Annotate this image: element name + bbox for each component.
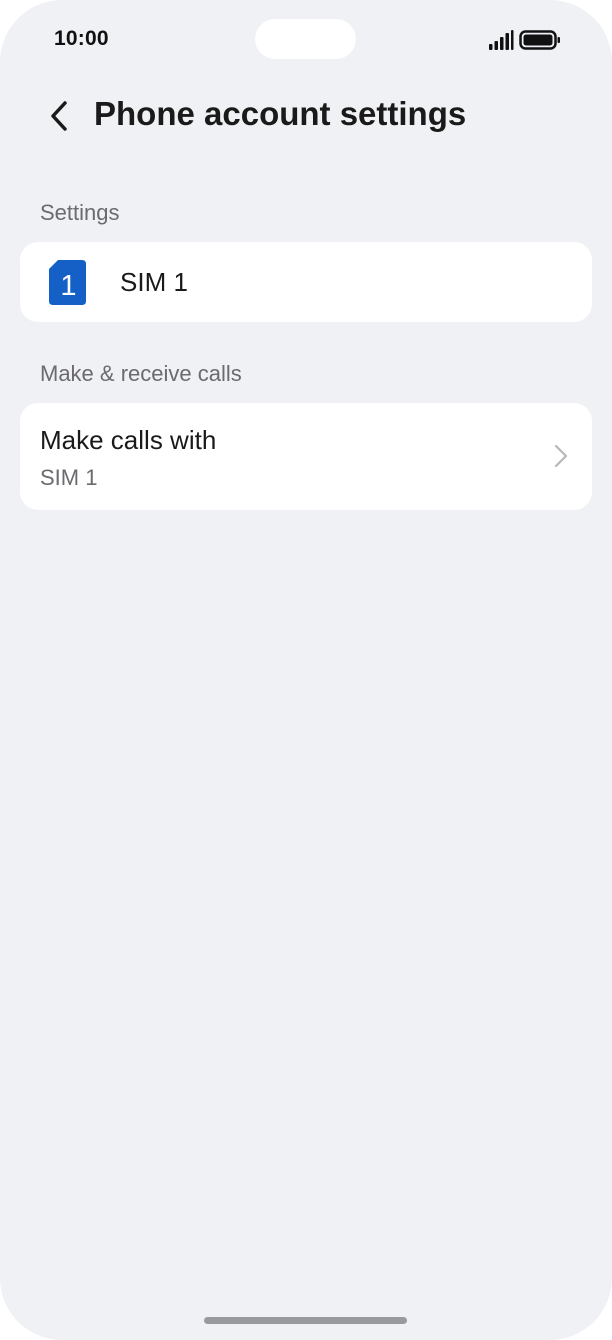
make-calls-with-item[interactable]: Make calls with SIM 1 [20,403,592,510]
phone-screen: 10:00 Phone account settings Settings 1 … [0,0,612,1340]
status-time: 10:00 [54,27,109,50]
chevron-left-icon [51,101,67,131]
signal-bars-icon [489,30,514,50]
home-indicator[interactable] [204,1317,407,1324]
make-calls-with-title: Make calls with [40,425,217,455]
make-calls-with-value: SIM 1 [40,465,98,490]
battery-full-icon [519,30,560,50]
section-label-settings: Settings [40,200,120,225]
dynamic-island [255,19,356,59]
sim-1-item[interactable]: 1 SIM 1 [20,242,592,322]
chevron-right-icon [554,444,568,468]
sim-icon-number: 1 [60,270,76,302]
page-title: Phone account settings [94,95,467,132]
section-label-make-receive-calls: Make & receive calls [40,361,242,386]
back-button[interactable] [34,92,84,140]
sim-1-icon: 1 [49,260,86,305]
sim-1-label: SIM 1 [120,267,188,297]
